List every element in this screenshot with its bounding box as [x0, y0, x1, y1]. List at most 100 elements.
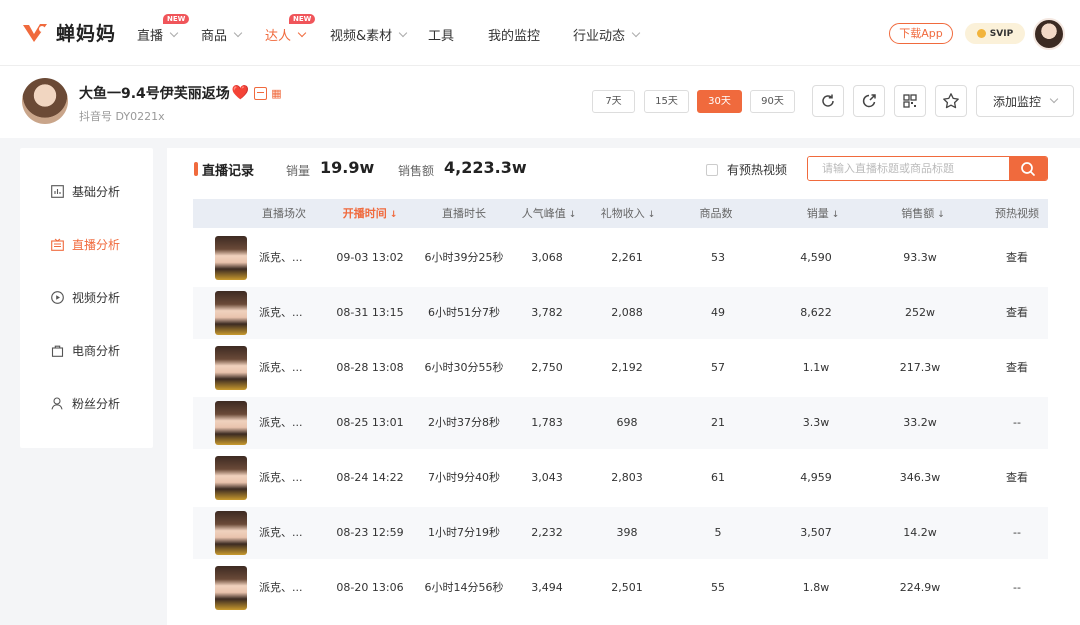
chevron-down-icon — [169, 28, 179, 37]
col-revenue[interactable]: 销售额 ↓ — [901, 199, 945, 228]
cell-revenue: 14.2w — [903, 526, 937, 539]
live-cover-thumbnail[interactable] — [215, 346, 247, 390]
col-gift-income[interactable]: 礼物收入 ↓ — [601, 199, 656, 228]
cell-preheat[interactable]: 查看 — [1006, 232, 1028, 284]
sidebar-item-live[interactable]: 直播分析 — [50, 236, 120, 253]
app-name: 蝉妈妈 — [56, 22, 117, 45]
preheat-checkbox[interactable] — [706, 163, 718, 176]
svip-badge[interactable]: SVIP — [965, 23, 1025, 44]
logo[interactable]: 蝉妈妈 — [20, 17, 116, 47]
preheat-filter[interactable]: 有预热视频 — [706, 161, 787, 178]
cell-revenue: 93.3w — [903, 251, 937, 264]
sidebar-item-video[interactable]: 视频分析 — [50, 289, 120, 306]
nav-tools[interactable]: 工具 — [428, 25, 454, 44]
cell-preheat[interactable]: 查看 — [1006, 342, 1028, 394]
live-cover-thumbnail[interactable] — [215, 511, 247, 555]
cell-start-time: 08-24 14:22 — [336, 471, 404, 484]
live-cover-thumbnail[interactable] — [215, 456, 247, 500]
cell-start-time: 08-31 13:15 — [336, 306, 404, 319]
nav-influencers[interactable]: 达人 NEW — [265, 14, 316, 44]
table-row[interactable]: 派克、... 08-24 14:22 7小时9分40秒 3,043 2,803 61 4,9… — [193, 452, 1048, 504]
cell-gift: 2,803 — [611, 471, 643, 484]
nav-label: 视频&素材 — [330, 29, 393, 44]
range-15d-button[interactable]: 15天 — [644, 90, 689, 113]
cell-sales: 1.8w — [802, 581, 830, 594]
add-monitor-button[interactable]: 添加监控 — [976, 85, 1074, 117]
cell-session-title[interactable]: 派克、... — [259, 507, 303, 559]
revenue-label: 销售额 — [398, 164, 435, 178]
cell-preheat[interactable]: 查看 — [1006, 452, 1028, 504]
range-30d-button[interactable]: 30天 — [697, 90, 742, 113]
cell-duration: 6小时14分56秒 — [424, 581, 504, 594]
table-row[interactable]: 派克、... 08-23 12:59 1小时7分19秒 2,232 398 5 3,507 1… — [193, 507, 1048, 559]
cell-products: 5 — [714, 526, 722, 539]
search-box — [807, 156, 1048, 181]
table-row[interactable]: 派克、... 08-31 13:15 6小时51分7秒 3,782 2,088 49 8,6… — [193, 287, 1048, 339]
table-row[interactable]: 派克、... 09-03 13:02 6小时39分25秒 3,068 2,261 53 4,… — [193, 232, 1048, 284]
nav-my-monitor[interactable]: 我的监控 — [488, 25, 540, 44]
cell-session-title[interactable]: 派克、... — [259, 342, 303, 394]
col-sales[interactable]: 销量 ↓ — [807, 199, 840, 228]
cell-preheat[interactable]: 查看 — [1006, 287, 1028, 339]
nav-products[interactable]: 商品 — [201, 25, 243, 44]
cell-duration: 6小时39分25秒 — [424, 251, 504, 264]
col-start-time[interactable]: 开播时间 ↓ — [343, 199, 398, 228]
cell-sales: 8,622 — [800, 306, 832, 319]
cell-sales: 3,507 — [800, 526, 832, 539]
cell-session-title[interactable]: 派克、... — [259, 562, 303, 614]
influencer-profile-bar: 大鱼一9.4号伊芙丽返场 ❤️ ▦ 抖音号 DY0221x 7天 15天 30天… — [0, 66, 1080, 138]
search-button[interactable] — [1009, 157, 1047, 180]
search-input[interactable] — [808, 157, 1010, 180]
table-row[interactable]: 派克、... 08-20 13:06 6小时14分56秒 3,494 2,501 55 1.… — [193, 562, 1048, 614]
live-cover-thumbnail[interactable] — [215, 566, 247, 610]
cell-peak: 3,494 — [531, 581, 563, 594]
cell-revenue: 252w — [905, 306, 935, 319]
col-preheat-video: 预热视频 — [995, 199, 1039, 228]
live-cover-thumbnail[interactable] — [215, 236, 247, 280]
nav-video-material[interactable]: 视频&素材 — [330, 25, 408, 44]
sidebar-item-ecommerce[interactable]: 电商分析 — [50, 342, 120, 359]
nav-label: 直播 — [137, 29, 164, 44]
cell-products: 57 — [711, 361, 725, 374]
qrcode-button[interactable] — [894, 85, 926, 117]
share-icon — [862, 94, 876, 108]
live-cover-thumbnail[interactable] — [215, 401, 247, 445]
download-app-button[interactable]: 下载App — [889, 23, 953, 44]
sort-down-icon: ↓ — [568, 210, 577, 220]
user-avatar[interactable] — [1033, 18, 1065, 50]
cell-session-title[interactable]: 派克、... — [259, 397, 303, 449]
cell-peak: 3,043 — [531, 471, 563, 484]
refresh-button[interactable] — [812, 85, 844, 117]
sales-label: 销量 — [286, 164, 311, 178]
sidebar-item-basic[interactable]: 基础分析 — [50, 183, 120, 200]
cell-start-time: 08-20 13:06 — [336, 581, 404, 594]
bag-icon — [50, 344, 64, 358]
range-90d-button[interactable]: 90天 — [750, 90, 795, 113]
table-row[interactable]: 派克、... 08-28 13:08 6小时30分55秒 2,750 2,192 57 1.… — [193, 342, 1048, 394]
sales-value: 19.9w — [320, 158, 375, 177]
col-peak-popularity[interactable]: 人气峰值 ↓ — [522, 199, 577, 228]
table-row[interactable]: 派克、... 08-25 13:01 2小时37分8秒 1,783 698 21 3.3w 3… — [193, 397, 1048, 449]
live-icon — [50, 238, 64, 252]
nav-live[interactable]: 直播 NEW — [137, 14, 190, 44]
nav-industry-news[interactable]: 行业动态 — [573, 25, 641, 44]
cell-duration: 1小时7分19秒 — [428, 526, 500, 539]
col-label: 销售额 — [901, 207, 935, 220]
sidebar-item-fans[interactable]: 粉丝分析 — [50, 395, 120, 412]
share-button[interactable] — [853, 85, 885, 117]
cell-session-title[interactable]: 派克、... — [259, 232, 303, 284]
favorite-button[interactable] — [935, 85, 967, 117]
cell-preheat: -- — [1013, 416, 1021, 429]
sidebar-item-label: 视频分析 — [72, 291, 121, 305]
cell-sales: 4,590 — [800, 251, 832, 264]
live-cover-thumbnail[interactable] — [215, 291, 247, 335]
cell-session-title[interactable]: 派克、... — [259, 452, 303, 504]
range-7d-button[interactable]: 7天 — [592, 90, 635, 113]
cell-start-time: 08-28 13:08 — [336, 361, 404, 374]
col-product-count: 商品数 — [700, 199, 733, 228]
cell-session-title[interactable]: 派克、... — [259, 287, 303, 339]
cell-duration: 7小时9分40秒 — [428, 471, 500, 484]
cicada-logo-icon — [23, 24, 47, 42]
cell-products: 55 — [711, 581, 725, 594]
cell-duration: 6小时51分7秒 — [428, 306, 500, 319]
